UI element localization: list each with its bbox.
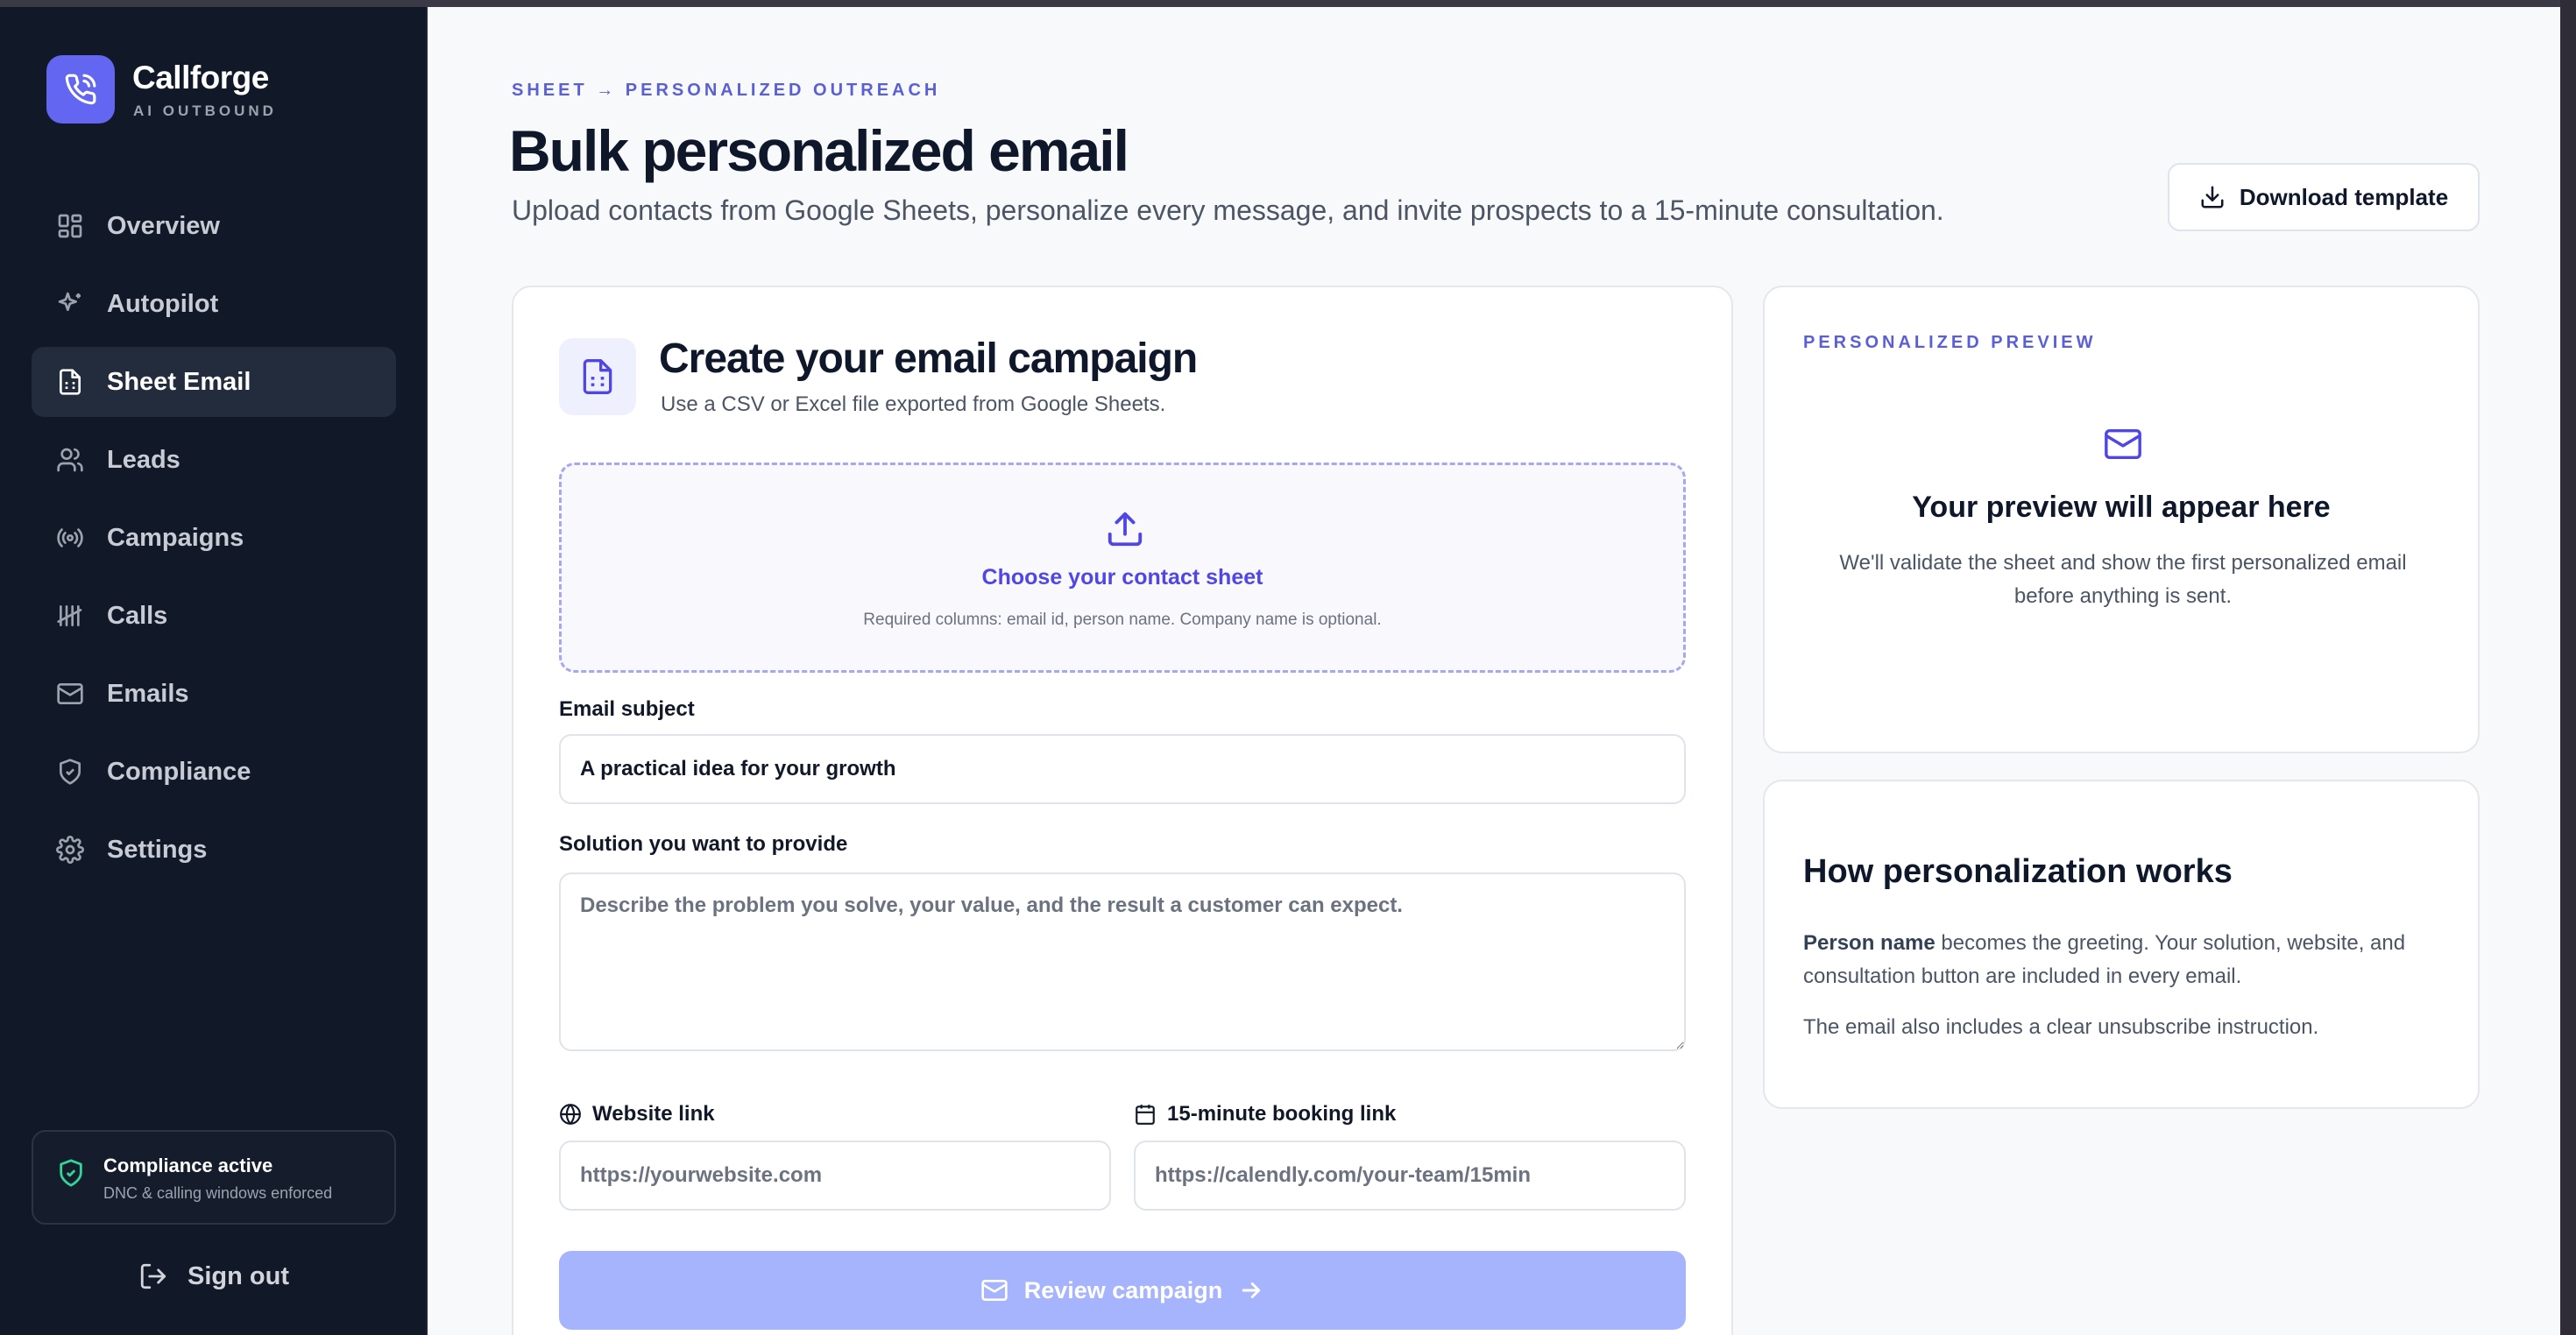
email-subject-input[interactable] <box>559 734 1686 804</box>
compliance-status-card: Compliance active DNC & calling windows … <box>32 1130 396 1225</box>
document-icon-tile <box>559 338 636 415</box>
sidebar-item-label: Overview <box>107 211 220 240</box>
booking-link-label-row: 15-minute booking link <box>1134 1102 1396 1127</box>
sidebar: Callforge AI OUTBOUND Overview Autopilot… <box>0 7 428 1335</box>
sidebar-item-calls[interactable]: Calls <box>32 581 396 651</box>
page-subtitle: Upload contacts from Google Sheets, pers… <box>512 194 1944 226</box>
how-personalization-works-card: How personalization works Person name be… <box>1763 780 2480 1109</box>
campaign-card: Create your email campaign Use a CSV or … <box>512 286 1733 1335</box>
campaign-subtitle: Use a CSV or Excel file exported from Go… <box>661 392 1166 416</box>
mail-icon <box>54 678 86 710</box>
how-paragraph-1: Person name becomes the greeting. Your s… <box>1803 927 2452 993</box>
sidebar-item-overview[interactable]: Overview <box>32 191 396 261</box>
page-title: Bulk personalized email <box>509 118 1129 183</box>
how-highlight: Person name <box>1803 931 1936 955</box>
sidebar-item-label: Emails <box>107 679 189 708</box>
preview-section-label: PERSONALIZED PREVIEW <box>1803 333 2097 352</box>
sidebar-item-compliance[interactable]: Compliance <box>32 737 396 807</box>
download-template-button[interactable]: Download template <box>2168 163 2480 231</box>
globe-icon <box>559 1103 582 1126</box>
personalized-preview-card: PERSONALIZED PREVIEW Your preview will a… <box>1763 286 2480 753</box>
users-icon <box>54 444 86 476</box>
logout-icon <box>138 1261 168 1291</box>
download-icon <box>2199 184 2226 210</box>
sign-out-button[interactable]: Sign out <box>138 1261 289 1291</box>
solution-textarea[interactable] <box>559 872 1686 1051</box>
tally-icon <box>54 600 86 632</box>
sidebar-nav: Overview Autopilot Sheet Email Leads Cam… <box>32 191 396 893</box>
gear-icon <box>54 834 86 865</box>
breadcrumb: SHEET → PERSONALIZED OUTREACH <box>512 81 941 100</box>
main-content: SHEET → PERSONALIZED OUTREACH Bulk perso… <box>428 7 2560 1335</box>
sidebar-item-campaigns[interactable]: Campaigns <box>32 503 396 573</box>
campaign-title: Create your email campaign <box>659 336 1198 382</box>
phone-call-icon <box>65 74 96 105</box>
upload-icon <box>1105 509 1145 549</box>
compliance-status-title: Compliance active <box>103 1155 273 1176</box>
sidebar-item-settings[interactable]: Settings <box>32 815 396 885</box>
email-subject-label: Email subject <box>559 697 695 721</box>
sidebar-item-label: Settings <box>107 835 208 864</box>
sidebar-item-sheet-email[interactable]: Sheet Email <box>32 347 396 417</box>
how-title: How personalization works <box>1803 853 2233 890</box>
sheet-icon <box>54 366 86 398</box>
sidebar-item-label: Sheet Email <box>107 367 251 396</box>
calendar-icon <box>1134 1103 1157 1126</box>
arrow-right-icon <box>1238 1277 1264 1303</box>
document-icon <box>583 359 612 394</box>
sidebar-item-autopilot[interactable]: Autopilot <box>32 269 396 339</box>
website-link-input[interactable] <box>559 1141 1111 1211</box>
window-top-edge <box>0 0 2576 7</box>
solution-label: Solution you want to provide <box>559 832 848 856</box>
preview-empty-subtitle: We'll validate the sheet and show the fi… <box>1839 551 2407 608</box>
window-right-edge <box>2560 0 2576 1335</box>
shield-check-icon <box>56 1158 86 1188</box>
sidebar-item-label: Compliance <box>107 757 251 786</box>
mail-icon <box>2103 424 2143 464</box>
sidebar-item-emails[interactable]: Emails <box>32 659 396 729</box>
sidebar-item-label: Calls <box>107 601 168 630</box>
booking-link-input[interactable] <box>1134 1141 1686 1211</box>
contact-sheet-upload-zone[interactable]: Choose your contact sheet Required colum… <box>559 463 1686 673</box>
sidebar-item-label: Leads <box>107 445 180 474</box>
upload-hint: Required columns: email id, person name.… <box>863 611 1382 629</box>
preview-empty-title: Your preview will appear here <box>1912 491 2331 524</box>
grid-icon <box>54 210 86 242</box>
how-paragraph-2: The email also includes a clear unsubscr… <box>1803 1015 2319 1039</box>
mail-icon <box>980 1276 1008 1304</box>
upload-title[interactable]: Choose your contact sheet <box>562 565 1683 590</box>
review-campaign-label: Review campaign <box>1023 1276 1223 1303</box>
brand-tagline: AI OUTBOUND <box>133 102 277 119</box>
website-link-label: Website link <box>592 1102 715 1126</box>
website-link-label-row: Website link <box>559 1102 715 1127</box>
brand-name: Callforge <box>132 60 269 95</box>
sidebar-item-label: Campaigns <box>107 523 244 552</box>
compliance-status-subtitle: DNC & calling windows enforced <box>103 1184 333 1202</box>
download-template-label: Download template <box>2239 183 2449 210</box>
radio-icon <box>54 522 86 554</box>
sparkles-icon <box>54 288 86 320</box>
logo[interactable] <box>46 55 115 124</box>
booking-link-label: 15-minute booking link <box>1167 1102 1397 1126</box>
review-campaign-button[interactable]: Review campaign <box>559 1251 1686 1330</box>
sidebar-item-leads[interactable]: Leads <box>32 425 396 495</box>
sidebar-item-label: Autopilot <box>107 289 219 318</box>
sign-out-label: Sign out <box>188 1261 289 1290</box>
shield-icon <box>54 756 86 788</box>
